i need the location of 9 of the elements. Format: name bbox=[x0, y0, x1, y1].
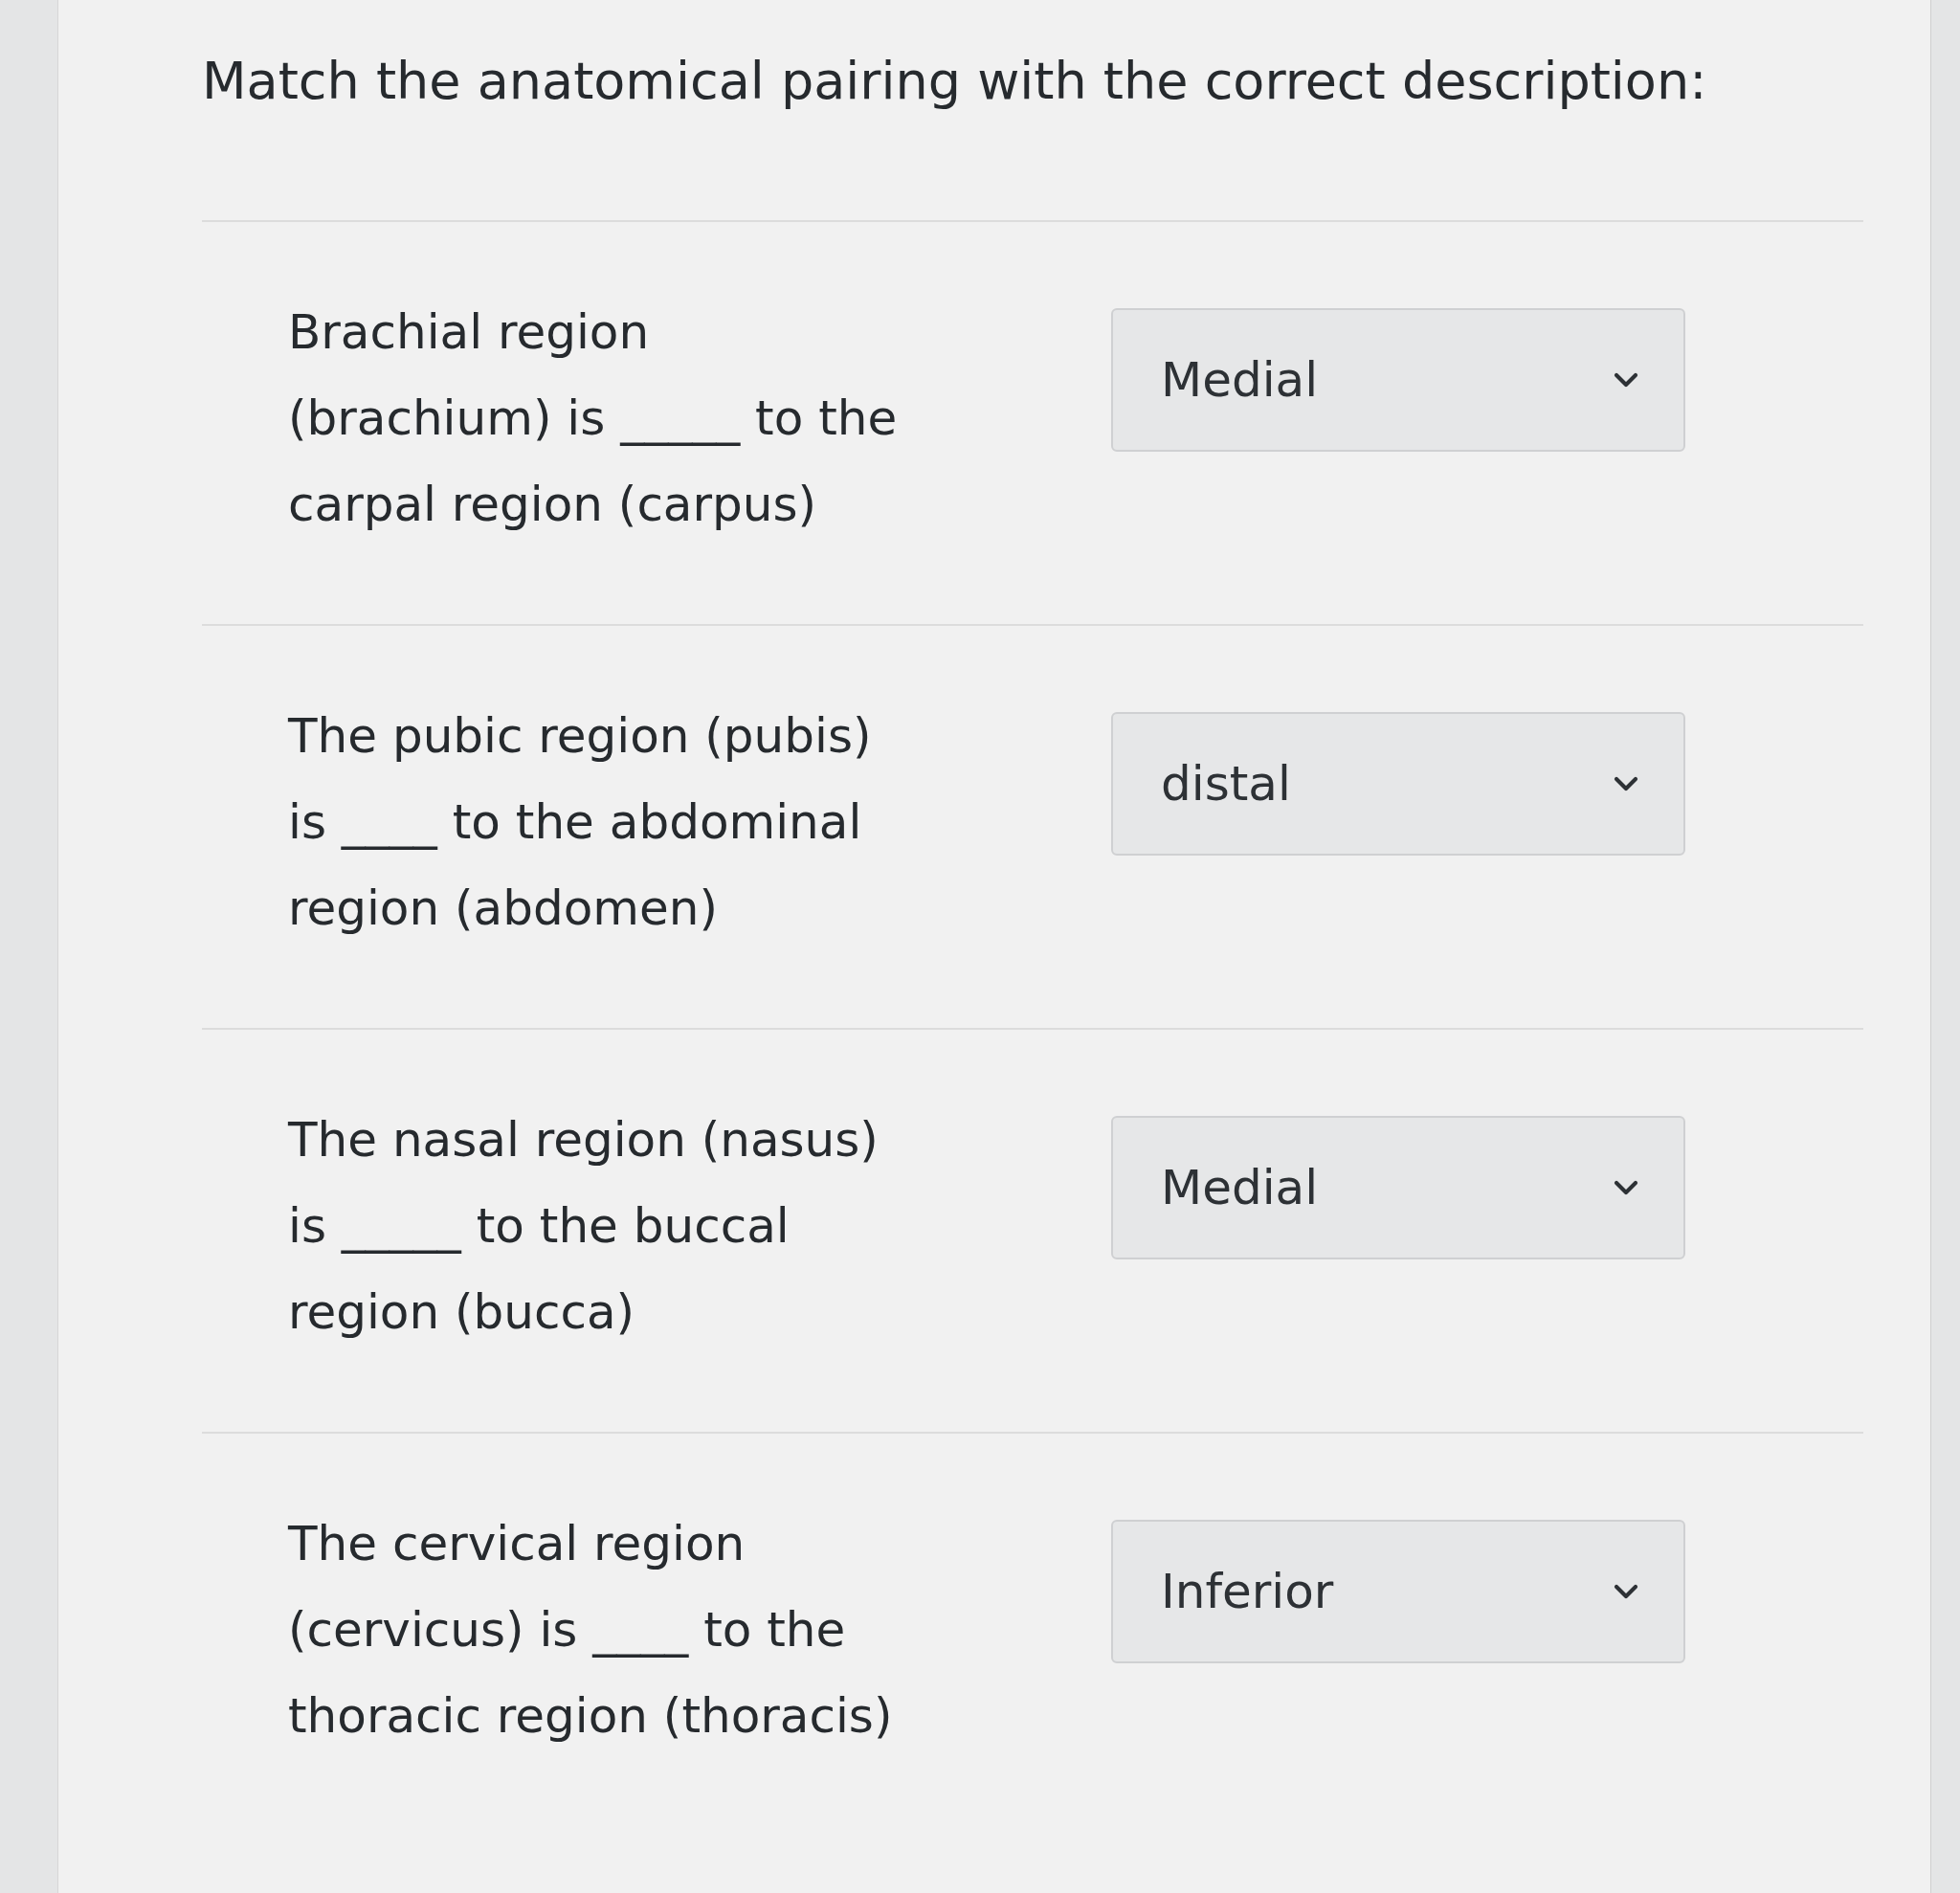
answer-dropdown[interactable]: Medial bbox=[1111, 308, 1685, 453]
question-title: Match the anatomical pairing with the correct description: bbox=[202, 50, 1708, 113]
question-text: Brachial region (brachium) is _____ to the carpal region (carpus) bbox=[288, 303, 899, 535]
question-text: The pubic region (pubis) is ____ to the abdominal region (abdomen) bbox=[288, 707, 873, 939]
question-text: The cervical region (cervicus) is ____ to the thoracic region (thoracis) bbox=[288, 1515, 894, 1747]
answer-dropdown[interactable]: Medial bbox=[1111, 1116, 1685, 1260]
answer-dropdown[interactable]: Inferior bbox=[1111, 1520, 1685, 1664]
answer-dropdown[interactable]: distal bbox=[1111, 712, 1685, 857]
question-text: The nasal region (nasus) is _____ to the buccal region (bucca) bbox=[288, 1111, 880, 1343]
